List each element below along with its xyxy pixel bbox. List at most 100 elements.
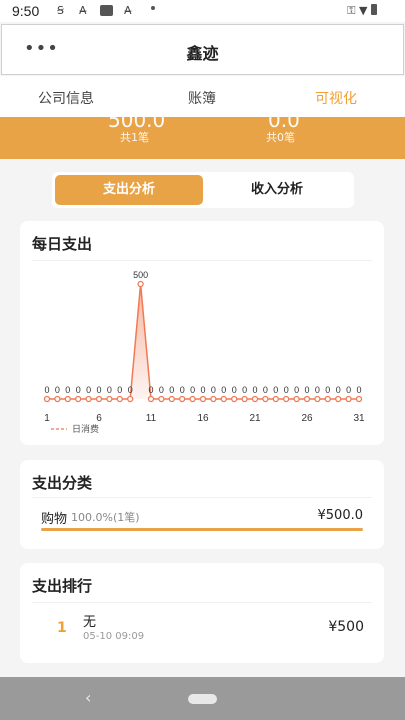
expense-analysis-button[interactable]: 支出分析 [55,175,203,205]
dot-icon [151,6,155,10]
data-label: 0 [211,385,216,395]
data-label: 0 [294,385,299,395]
data-point [54,395,61,403]
data-label: 0 [159,385,164,395]
tab-bar: 公司信息 账簿 可视化 [0,76,405,118]
category-amount: ¥500.0 [317,508,364,523]
data-label: 0 [356,385,361,395]
data-label: 0 [346,385,351,395]
data-point [231,395,238,403]
back-chevron-icon[interactable]: ‹ [85,688,91,707]
data-point [210,395,217,403]
rank-item-amount: ¥500 [328,619,364,635]
legend-label: 日消费 [72,423,99,435]
data-point [116,395,123,403]
data-label: 0 [96,385,101,395]
data-label: 0 [169,385,174,395]
tab-visualization[interactable]: 可视化 [315,88,357,108]
income-count: 共0笔 [266,131,295,144]
data-point [345,395,352,403]
status-time: 9:50 [12,3,40,19]
home-pill-icon[interactable] [188,694,217,704]
data-point [283,395,290,403]
battery-icon [371,4,377,15]
data-label: 0 [242,385,247,395]
tab-ledger[interactable]: 账簿 [188,88,216,108]
income-analysis-button[interactable]: 收入分析 [203,175,351,205]
data-label: 0 [232,385,237,395]
x-tick-label: 31 [353,413,365,424]
wifi-icon: ▼ [359,4,368,17]
data-label: 0 [221,385,226,395]
data-point [64,395,71,403]
category-progress-bar [41,528,363,531]
title-bar: ••• 鑫迹 [1,24,404,75]
data-label: 0 [273,385,278,395]
data-point [293,395,300,403]
expense-count: 共1笔 [120,131,149,144]
data-label: 0 [148,385,153,395]
expense-category-title: 支出分类 [32,474,93,492]
x-tick-label: 6 [96,413,102,424]
data-point [272,395,279,403]
expense-category-card: 支出分类 购物 100.0%(1笔) ¥500.0 [20,460,384,549]
series-area [47,284,359,399]
category-row[interactable]: 购物 100.0%(1笔) ¥500.0 [41,506,364,527]
data-label: 0 [284,385,289,395]
data-label: 0 [180,385,185,395]
data-label: 0 [117,385,122,395]
a-icon: A̶ [124,4,132,17]
data-point [314,395,321,403]
data-label: 0 [336,385,341,395]
x-tick-label: 1 [44,413,50,424]
tab-company-info[interactable]: 公司信息 [38,88,94,108]
data-label: 0 [128,385,133,395]
data-point [158,395,165,403]
data-label: 0 [65,385,70,395]
data-label: 0 [76,385,81,395]
x-tick-label: 11 [146,413,157,424]
data-label: 0 [304,385,309,395]
x-tick-label: 21 [249,413,261,424]
square-icon [100,5,113,16]
data-point [335,395,342,403]
data-label: 0 [315,385,320,395]
data-point [303,395,311,403]
status-bar: 9:50 Ꞩ A̶ A̶ ⚿ ▼ [0,0,405,22]
category-percent: 100.0%(1笔) [71,511,140,524]
data-point [95,395,103,403]
data-label: 0 [252,385,257,395]
data-label: 0 [263,385,268,395]
daily-expense-card: 每日支出 0 0 0 0 0 0 0 0 0 500 0 0 0 0 0 0 0 0 0 0 0 0 0 0 0 0 0 0 0 0 0 1 6… [20,221,384,445]
data-label: 0 [107,385,112,395]
vpn-key-icon: ⚿ [347,4,356,17]
rank-item-name[interactable]: 无 [83,611,96,630]
rank-item-time: 05-10 09:09 [83,631,145,642]
summary-banner: 500.0 共1笔 0.0 共0笔 [0,117,405,159]
data-point [199,395,207,403]
system-nav-bar: ‹ [0,677,405,720]
data-point [262,395,269,403]
divider [32,260,372,261]
data-point [85,395,92,403]
data-point [189,395,196,403]
x-tick-label: 16 [197,413,209,424]
x-tick-label: 26 [301,413,313,424]
category-name: 购物 [41,512,68,527]
divider [32,497,372,498]
series-line [47,283,359,400]
data-label: 0 [55,385,60,395]
analysis-toggle: 支出分析 收入分析 [52,172,354,208]
data-label: 0 [200,385,205,395]
data-point [43,395,51,403]
daily-expense-chart: 0 0 0 0 0 0 0 0 05000 0 0 0 0 0 0 0 0 0 0 0 0 0 0 0 0 0 0 0 01 6 11 16 2… [43,270,365,435]
data-point [251,395,259,403]
a-icon: A̶ [79,4,87,17]
rank-number: 1 [57,620,67,636]
page-title: 鑫迹 [186,44,219,63]
data-label: 0 [86,385,91,395]
data-point [220,395,227,403]
data-point [106,395,113,403]
data-label: 0 [190,385,195,395]
divider [32,602,372,603]
